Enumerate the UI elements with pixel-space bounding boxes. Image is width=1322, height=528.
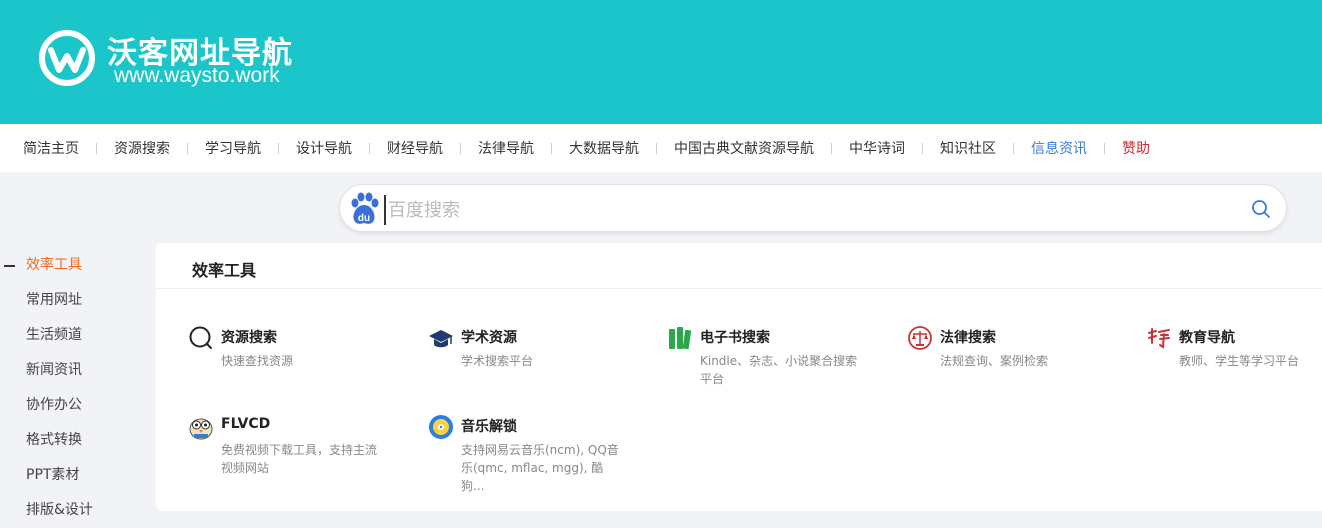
search-circle-icon bbox=[189, 326, 212, 349]
search-input[interactable] bbox=[384, 195, 1240, 225]
nav-divider bbox=[1104, 142, 1105, 154]
site-card-desc: 免费视频下载工具，支持主流视频网站 bbox=[221, 443, 378, 475]
search-icon[interactable] bbox=[1250, 198, 1272, 220]
nav-divider bbox=[551, 142, 552, 154]
nav-divider bbox=[1013, 142, 1014, 154]
sidebar-item-typography-design[interactable]: 排版&设计 bbox=[0, 493, 150, 528]
nav-divider bbox=[656, 142, 657, 154]
nav-item-news-info[interactable]: 信息资讯 bbox=[1031, 138, 1087, 158]
site-card-desc: 学术搜索平台 bbox=[461, 354, 534, 368]
nav-item-knowledge-community[interactable]: 知识社区 bbox=[940, 138, 996, 158]
nav-divider bbox=[922, 142, 923, 154]
site-card-name: 学术资源 bbox=[461, 330, 517, 346]
search-bar: du bbox=[339, 184, 1287, 232]
law-scale-icon bbox=[908, 326, 932, 350]
site-header: 沃客网址导航 www.waysto.work bbox=[0, 0, 1322, 124]
site-url[interactable]: www.waysto.work bbox=[114, 64, 280, 88]
category-sidebar: 效率工具 常用网址 生活频道 新闻资讯 协作办公 格式转换 PPT素材 排版&设… bbox=[0, 248, 150, 528]
site-card-desc: 快速查找资源 bbox=[221, 354, 294, 368]
site-card-desc: Kindle、杂志、小说聚合搜索平台 bbox=[700, 354, 858, 386]
graduation-cap-icon bbox=[429, 330, 453, 348]
site-card-name: 法律搜索 bbox=[940, 330, 996, 346]
section-divider bbox=[156, 288, 1322, 289]
nav-item-design[interactable]: 设计导航 bbox=[296, 138, 352, 158]
site-card-desc: 支持网易云音乐(ncm), QQ音乐(qmc, mflac, mgg), 酷狗.… bbox=[461, 443, 619, 493]
site-card-name: 音乐解锁 bbox=[461, 419, 517, 435]
nav-divider bbox=[831, 142, 832, 154]
sidebar-item-ppt[interactable]: PPT素材 bbox=[0, 458, 150, 493]
site-card-name: 资源搜索 bbox=[221, 330, 277, 346]
nav-divider bbox=[96, 142, 97, 154]
music-unlock-icon bbox=[429, 415, 453, 439]
nav-divider bbox=[369, 142, 370, 154]
sidebar-item-life[interactable]: 生活频道 bbox=[0, 318, 150, 353]
sidebar-item-news[interactable]: 新闻资讯 bbox=[0, 353, 150, 388]
site-card-name: 电子书搜索 bbox=[700, 330, 770, 346]
section-title: 效率工具 bbox=[192, 261, 257, 280]
site-card-desc: 教师、学生等学习平台 bbox=[1179, 354, 1300, 368]
nav-item-classical-literature[interactable]: 中国古典文献资源导航 bbox=[674, 138, 814, 158]
baidu-paw-icon[interactable]: du bbox=[346, 191, 382, 227]
sidebar-item-common-sites[interactable]: 常用网址 bbox=[0, 283, 150, 318]
top-nav: 简洁主页 资源搜索 学习导航 设计导航 财经导航 法律导航 大数据导航 中国古典… bbox=[0, 124, 1322, 172]
books-icon bbox=[669, 327, 692, 350]
nav-item-sponsor[interactable]: 赞助 bbox=[1122, 138, 1150, 158]
nav-divider bbox=[278, 142, 279, 154]
nav-item-big-data[interactable]: 大数据导航 bbox=[569, 138, 639, 158]
nav-item-simple-home[interactable]: 简洁主页 bbox=[23, 138, 79, 158]
site-card-name: 教育导航 bbox=[1179, 330, 1235, 346]
sidebar-item-format-convert[interactable]: 格式转换 bbox=[0, 423, 150, 458]
site-card-name: FLVCD bbox=[221, 416, 271, 432]
sidebar-item-office[interactable]: 协作办公 bbox=[0, 388, 150, 423]
owl-icon bbox=[189, 418, 213, 440]
nav-item-poetry[interactable]: 中华诗词 bbox=[849, 138, 905, 158]
content-panel: 效率工具 资源搜索 快速查找资源 学术资源 学术搜索平台 电子书搜索 Kindl… bbox=[156, 243, 1322, 511]
calligraphy-icon bbox=[1148, 328, 1170, 349]
nav-item-law[interactable]: 法律导航 bbox=[478, 138, 534, 158]
nav-divider bbox=[187, 142, 188, 154]
waysto-logo-icon[interactable] bbox=[37, 28, 97, 88]
svg-text:du: du bbox=[358, 213, 370, 224]
sidebar-item-efficiency-tools[interactable]: 效率工具 bbox=[0, 248, 150, 283]
nav-item-study[interactable]: 学习导航 bbox=[205, 138, 261, 158]
site-card-desc: 法规查询、案例检索 bbox=[940, 354, 1049, 368]
nav-item-finance[interactable]: 财经导航 bbox=[387, 138, 443, 158]
nav-divider bbox=[460, 142, 461, 154]
nav-item-resource-search[interactable]: 资源搜索 bbox=[114, 138, 170, 158]
